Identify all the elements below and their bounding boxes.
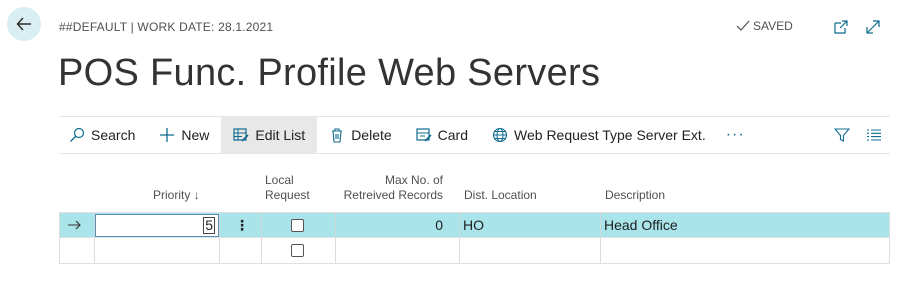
col-priority-label: Priority (153, 188, 191, 202)
filter-icon[interactable] (834, 127, 850, 143)
action-bar: Search New Edit List Delete Card Web Req… (59, 116, 890, 154)
edit-list-icon (233, 128, 249, 142)
priority-cell[interactable] (98, 238, 216, 263)
col-max-label-2: Retreived Records (343, 188, 443, 202)
delete-button[interactable]: Delete (317, 117, 403, 153)
web-request-type-button[interactable]: Web Request Type Server Ext. (480, 117, 718, 153)
col-header-max-records[interactable]: Max No. of Retreived Records (344, 173, 443, 203)
col-header-description[interactable]: Description (605, 188, 665, 203)
globe-icon (492, 127, 508, 143)
new-button[interactable]: New (147, 117, 221, 153)
saved-label: SAVED (753, 19, 793, 33)
row-menu-icon[interactable]: ⋮ (235, 213, 249, 237)
plus-icon (160, 128, 175, 142)
page-title: POS Func. Profile Web Servers (58, 52, 601, 94)
table-row[interactable] (60, 238, 889, 264)
trash-icon (332, 128, 343, 143)
priority-input[interactable]: 5 (95, 214, 219, 237)
back-button[interactable] (7, 7, 41, 41)
new-label: New (181, 127, 210, 143)
col-local-label-1: Local (265, 173, 294, 187)
checkmark-icon (736, 20, 750, 31)
search-label: Search (91, 127, 136, 143)
col-local-label-2: Request (265, 188, 310, 202)
row-indicator-arrow-icon (68, 213, 88, 237)
open-in-new-window-icon[interactable] (832, 18, 850, 36)
local-request-checkbox[interactable] (291, 238, 304, 263)
expand-icon[interactable] (864, 18, 882, 36)
description-cell[interactable]: Head Office (604, 213, 678, 237)
col-max-label-1: Max No. of (384, 173, 443, 187)
column-headers: Priority ↓ Local Request Max No. of Retr… (59, 167, 890, 212)
context-breadcrumb: ##DEFAULT | WORK DATE: 28.1.2021 (59, 20, 274, 34)
delete-label: Delete (351, 127, 392, 143)
dist-location-cell[interactable]: HO (463, 213, 484, 237)
card-button[interactable]: Card (404, 117, 480, 153)
search-icon (70, 127, 85, 142)
col-header-dist-location[interactable]: Dist. Location (464, 188, 537, 203)
local-request-checkbox[interactable] (291, 213, 304, 237)
list-grid: Priority ↓ Local Request Max No. of Retr… (59, 167, 890, 264)
col-header-priority[interactable]: Priority ↓ (153, 188, 200, 203)
col-header-local-request[interactable]: Local Request (265, 173, 310, 203)
priority-value: 5 (203, 217, 215, 234)
list-view-icon[interactable] (866, 127, 882, 143)
table-row[interactable]: 5 ⋮ 0 HO Head Office (60, 212, 889, 238)
edit-list-label: Edit List (255, 127, 306, 143)
search-button[interactable]: Search (59, 117, 147, 153)
web-request-label: Web Request Type Server Ext. (514, 127, 706, 143)
max-records-cell[interactable]: 0 (435, 213, 443, 237)
sort-arrow-icon: ↓ (193, 188, 200, 202)
arrow-left-icon (16, 17, 31, 31)
saved-status: SAVED (736, 19, 793, 33)
card-label: Card (437, 127, 469, 143)
edit-list-button[interactable]: Edit List (221, 117, 318, 153)
card-edit-icon (416, 128, 432, 142)
more-actions-button[interactable]: ··· (718, 117, 753, 153)
